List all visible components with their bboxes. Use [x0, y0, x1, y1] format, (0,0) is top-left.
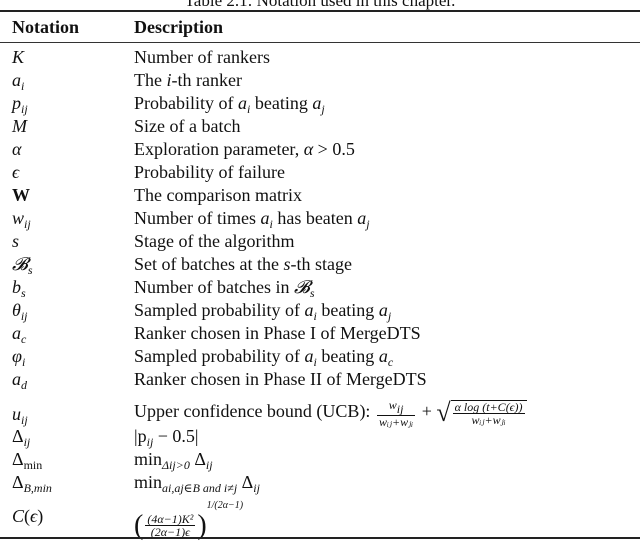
table-row: uij Upper confidence bound (UCB): wij wᵢⱼ…: [0, 398, 640, 428]
description: minai,aj∈B and i≠j Δij: [134, 472, 260, 495]
description: ((4α−1)K² (2α−1)ϵ)1/(2α−1): [134, 500, 244, 541]
description: Exploration parameter, α > 0.5: [134, 139, 355, 159]
symbol: pij: [12, 93, 28, 116]
symbol: α: [12, 139, 22, 159]
table-row: ai The i-th ranker: [0, 70, 640, 93]
description: Upper confidence bound (UCB): wij wᵢⱼ+wⱼᵢ…: [134, 398, 527, 428]
header-description: Description: [134, 17, 223, 37]
symbol: uij: [12, 404, 28, 427]
symbol: φi: [12, 346, 26, 369]
description: Number of rankers: [134, 47, 270, 67]
symbol: ad: [12, 369, 27, 392]
table-row: ad Ranker chosen in Phase II of MergeDTS: [0, 369, 640, 392]
description: The comparison matrix: [134, 185, 302, 205]
description: Ranker chosen in Phase II of MergeDTS: [134, 369, 427, 389]
table-row: θij Sampled probability of ai beating aj: [0, 300, 640, 323]
description: Probability of failure: [134, 162, 285, 182]
description: Set of batches at the s-th stage: [134, 254, 352, 274]
description: minΔij>0 Δij: [134, 449, 213, 472]
description: Number of batches in 𝓑s: [134, 277, 315, 300]
symbol: θij: [12, 300, 28, 323]
table-row: C(ϵ) ((4α−1)K² (2α−1)ϵ)1/(2α−1): [0, 500, 640, 541]
symbol: 𝓑s: [12, 254, 33, 277]
table-row: 𝓑s Set of batches at the s-th stage: [0, 254, 640, 277]
c-fraction: (4α−1)K² (2α−1)ϵ: [145, 512, 196, 540]
table-row: φi Sampled probability of ai beating ac: [0, 346, 640, 369]
table-row: Δij |pij − 0.5|: [0, 426, 640, 449]
description: Number of times ai has beaten aj: [134, 208, 370, 231]
symbol: ac: [12, 323, 27, 346]
table-row: wij Number of times ai has beaten aj: [0, 208, 640, 231]
table-row: ac Ranker chosen in Phase I of MergeDTS: [0, 323, 640, 346]
table-row: K Number of rankers: [0, 47, 640, 70]
description: Sampled probability of ai beating aj: [134, 300, 392, 323]
symbol: M: [12, 116, 27, 136]
symbol: s: [12, 231, 20, 251]
symbol: K: [12, 47, 25, 67]
description: The i-th ranker: [134, 70, 242, 90]
bottom-rule: [0, 537, 640, 539]
description: |pij − 0.5|: [134, 426, 199, 449]
table-row: ΔB,min minai,aj∈B and i≠j Δij: [0, 472, 640, 495]
table-row: ϵ Probability of failure: [0, 162, 640, 185]
symbol: C(ϵ): [12, 506, 44, 526]
table-row: bs Number of batches in 𝓑s: [0, 277, 640, 300]
table-row: pij Probability of ai beating aj: [0, 93, 640, 116]
symbol: ΔB,min: [12, 472, 52, 495]
description: Stage of the algorithm: [134, 231, 295, 251]
table-row: W The comparison matrix: [0, 185, 640, 208]
top-rule: [0, 10, 640, 12]
table-row: s Stage of the algorithm: [0, 231, 640, 254]
symbol: W: [12, 185, 30, 205]
symbol: wij: [12, 208, 31, 231]
table-row: Δmin minΔij>0 Δij: [0, 449, 640, 472]
symbol: Δmin: [12, 449, 43, 472]
header-notation: Notation: [12, 17, 79, 37]
sqrt-term: √ α log (t+C(ϵ)) wᵢⱼ+wⱼᵢ: [436, 398, 527, 428]
table-row: α Exploration parameter, α > 0.5: [0, 139, 640, 162]
symbol: bs: [12, 277, 26, 300]
description: Probability of ai beating aj: [134, 93, 325, 116]
ucb-fraction: wij wᵢⱼ+wⱼᵢ: [376, 397, 416, 429]
header-rule: [0, 42, 640, 43]
description: Size of a batch: [134, 116, 241, 136]
symbol: ϵ: [12, 162, 20, 182]
table-row: M Size of a batch: [0, 116, 640, 139]
description: Ranker chosen in Phase I of MergeDTS: [134, 323, 421, 343]
symbol: ai: [12, 70, 25, 93]
description: Sampled probability of ai beating ac: [134, 346, 394, 369]
symbol: Δij: [12, 426, 31, 449]
